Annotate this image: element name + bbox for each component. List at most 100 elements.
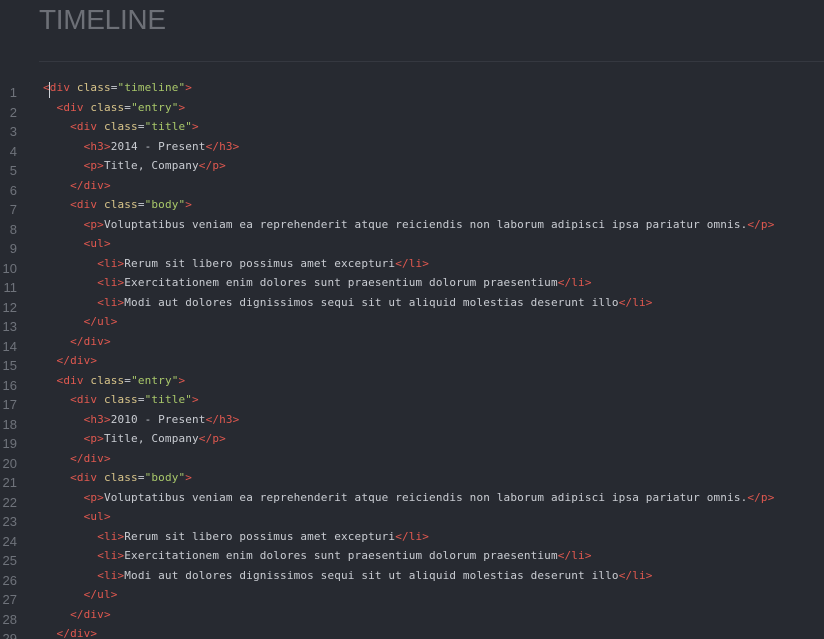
- code-text: <li>Modi aut dolores dignissimos sequi s…: [43, 293, 653, 313]
- code-line[interactable]: 16 <div class="entry">: [0, 371, 824, 393]
- code-token: Exercitationem enim dolores sunt praesen…: [124, 276, 558, 289]
- code-token: 2014 - Present: [110, 139, 206, 153]
- code-line[interactable]: 23 <ul>: [0, 507, 824, 529]
- code-line[interactable]: 17 <div class="title">: [0, 390, 824, 412]
- code-token: <p>: [83, 217, 104, 231]
- code-token: </ul>: [83, 588, 118, 601]
- header-divider: [39, 61, 824, 62]
- code-token: </li>: [395, 529, 430, 543]
- section-title: TIMELINE: [39, 4, 166, 35]
- code-token: <div: [70, 393, 98, 406]
- code-token: "entry": [131, 373, 179, 387]
- code-token: Voluptatibus veniam ea reprehenderit atq…: [103, 490, 748, 504]
- code-token: </div>: [70, 334, 111, 348]
- code-line[interactable]: 29 </div>: [0, 624, 824, 639]
- code-text: </div>: [43, 605, 111, 625]
- code-token: "body": [144, 198, 186, 211]
- code-text: </div>: [43, 624, 97, 639]
- code-token: </p>: [747, 490, 775, 504]
- code-editor[interactable]: 1 <div class="timeline"> 2 <div class="ent…: [0, 78, 824, 639]
- code-token: <div: [56, 373, 84, 387]
- code-token: >: [192, 393, 199, 406]
- code-line[interactable]: 15 </div>: [0, 351, 824, 373]
- code-token: </li>: [395, 256, 430, 270]
- code-line[interactable]: 3 <div class="title">: [0, 117, 824, 139]
- code-text: </div>: [43, 332, 111, 352]
- code-token: Title, Company: [103, 159, 199, 172]
- code-line[interactable]: 11 <li>Exercitationem enim dolores sunt …: [0, 273, 824, 295]
- code-line[interactable]: 19 <p>Title, Company</p>: [0, 429, 824, 451]
- code-token: Voluptatibus veniam ea reprehenderit atq…: [103, 217, 748, 231]
- code-line[interactable]: 22 <p>Voluptatibus veniam ea reprehender…: [0, 488, 824, 510]
- code-line[interactable]: 6 </div>: [0, 176, 824, 198]
- code-line[interactable]: 21 <div class="body">: [0, 468, 824, 490]
- line-number: 29: [2, 631, 17, 639]
- code-token: <p>: [83, 159, 104, 172]
- code-text: <h3>2014 - Present</h3>: [43, 137, 240, 157]
- code-token: =: [137, 120, 145, 133]
- code-line[interactable]: 7 <div class="body">: [0, 195, 824, 217]
- code-token: </div>: [56, 627, 98, 639]
- code-token: >: [185, 198, 193, 211]
- code-token: <ul>: [83, 237, 111, 250]
- code-text: <div class="title">: [43, 390, 199, 410]
- code-token: "title": [144, 120, 193, 133]
- code-token: <ul>: [83, 510, 111, 523]
- code-token: =: [137, 198, 145, 211]
- code-token: >: [178, 100, 186, 114]
- code-token: class: [103, 120, 138, 133]
- code-token: <li>: [97, 568, 125, 582]
- code-token: </div>: [56, 354, 98, 367]
- code-token: "body": [144, 471, 186, 484]
- code-line[interactable]: 2 <div class="entry">: [0, 98, 824, 120]
- code-line[interactable]: 24 <li>Rerum sit libero possimus amet ex…: [0, 527, 824, 549]
- code-text: <li>Rerum sit libero possimus amet excep…: [43, 254, 429, 274]
- code-line[interactable]: 26 <li>Modi aut dolores dignissimos sequ…: [0, 566, 824, 588]
- code-text: <div class="entry">: [43, 371, 186, 391]
- code-line[interactable]: 5 <p>Title, Company</p>: [0, 156, 824, 178]
- code-text: </ul>: [43, 312, 118, 332]
- code-line[interactable]: 27 </ul>: [0, 585, 824, 607]
- code-token: <div: [56, 100, 84, 114]
- code-token: </h3>: [205, 412, 240, 426]
- code-line[interactable]: 25 <li>Exercitationem enim dolores sunt …: [0, 546, 824, 568]
- code-line[interactable]: 1 <div class="timeline">: [0, 78, 824, 100]
- code-text: <li>Exercitationem enim dolores sunt pra…: [43, 546, 592, 566]
- code-text: </ul>: [43, 585, 118, 605]
- code-token: div: [49, 81, 71, 94]
- code-line[interactable]: 28 </div>: [0, 605, 824, 627]
- text-cursor: [49, 82, 50, 98]
- code-text: </div>: [43, 351, 97, 371]
- code-text: <p>Title, Company</p>: [43, 156, 226, 176]
- code-token: "entry": [131, 100, 179, 114]
- code-text: <p>Voluptatibus veniam ea reprehenderit …: [43, 488, 775, 508]
- code-token: <p>: [83, 490, 104, 504]
- code-line[interactable]: 14 </div>: [0, 332, 824, 354]
- code-text: <p>Title, Company</p>: [43, 429, 226, 449]
- code-token: class: [90, 100, 125, 114]
- code-line[interactable]: 20 </div>: [0, 449, 824, 471]
- code-token: <h3>: [83, 412, 111, 426]
- code-token: </p>: [198, 159, 226, 172]
- code-token: >: [185, 81, 193, 94]
- code-token: =: [137, 471, 145, 484]
- code-line[interactable]: 9 <ul>: [0, 234, 824, 256]
- code-text: <li>Exercitationem enim dolores sunt pra…: [43, 273, 592, 293]
- code-text: <p>Voluptatibus veniam ea reprehenderit …: [43, 215, 775, 235]
- code-line[interactable]: 18 <h3>2010 - Present</h3>: [0, 410, 824, 432]
- code-text: <div class="entry">: [43, 98, 186, 118]
- code-line[interactable]: 12 <li>Modi aut dolores dignissimos sequ…: [0, 293, 824, 315]
- code-text: <div class="title">: [43, 117, 199, 137]
- code-token: </li>: [557, 276, 592, 289]
- code-token: =: [110, 81, 118, 94]
- code-line[interactable]: 10 <li>Rerum sit libero possimus amet ex…: [0, 254, 824, 276]
- code-token: <li>: [97, 276, 125, 289]
- code-line[interactable]: 8 <p>Voluptatibus veniam ea reprehenderi…: [0, 215, 824, 237]
- code-token: class: [103, 471, 138, 484]
- code-text: <li>Rerum sit libero possimus amet excep…: [43, 527, 429, 547]
- code-token: class: [103, 393, 138, 406]
- code-line[interactable]: 4 <h3>2014 - Present</h3>: [0, 137, 824, 159]
- code-line[interactable]: 13 </ul>: [0, 312, 824, 334]
